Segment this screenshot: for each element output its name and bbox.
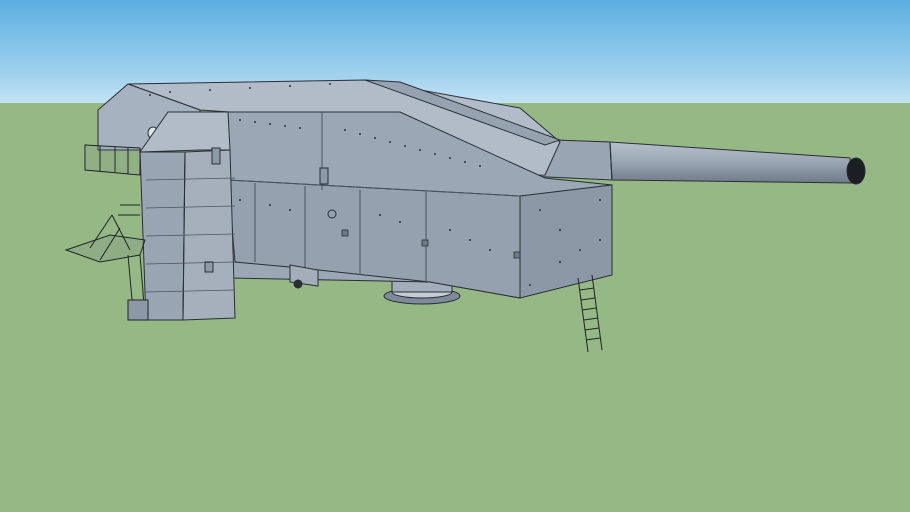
- armored-tower: [139, 111, 236, 321]
- 3d-viewport[interactable]: [0, 0, 910, 512]
- turret-gun-model[interactable]: [0, 0, 910, 512]
- access-ladder: [577, 274, 603, 353]
- side-platform: [64, 144, 149, 321]
